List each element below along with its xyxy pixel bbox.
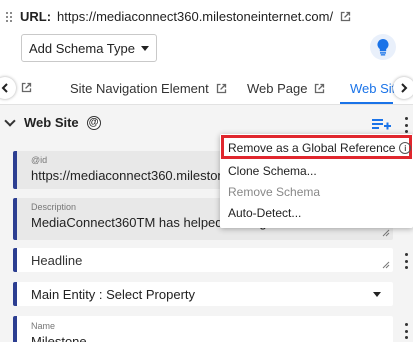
lightbulb-button[interactable] [370, 34, 396, 60]
menu-item-label: Auto-Detect... [228, 206, 302, 220]
name-more-icon[interactable] [404, 323, 408, 339]
drag-handle-icon[interactable] [6, 11, 14, 23]
add-schema-type-label: Add Schema Type [29, 40, 135, 56]
panel-title: Web Site [24, 115, 79, 130]
main-entity-select[interactable]: Main Entity : Select Property [13, 282, 393, 306]
add-property-icon[interactable] [370, 115, 392, 133]
schema-actions-menu: Remove as a Global Reference i Clone Sch… [220, 134, 413, 228]
external-link-icon[interactable] [20, 81, 33, 94]
tab-label: Web Page [247, 81, 308, 96]
menu-item-remove-schema[interactable]: Remove Schema [228, 185, 320, 199]
resize-grip-icon[interactable] [382, 229, 390, 237]
global-reference-icon: @ [86, 115, 101, 130]
tab-scroll-left-button[interactable] [0, 77, 16, 99]
add-schema-type-button[interactable]: Add Schema Type [21, 34, 157, 62]
caret-down-icon [373, 292, 381, 297]
chevron-left-icon [1, 83, 8, 93]
description-field-label: Description [31, 202, 77, 212]
url-value: https://mediaconnect360.milestoneinterne… [57, 9, 334, 24]
menu-item-auto-detect[interactable]: Auto-Detect... [228, 206, 301, 220]
headline-more-icon[interactable] [404, 253, 408, 269]
info-icon[interactable]: i [399, 142, 412, 154]
id-field-label: @id [31, 155, 48, 165]
url-label: URL: [20, 9, 52, 24]
headline-field-placeholder: Headline [31, 253, 83, 268]
menu-item-label: Clone Schema... [228, 164, 317, 178]
tab-label: Site Navigation Element [70, 81, 209, 96]
main-entity-select-value: Main Entity : Select Property [31, 287, 196, 302]
schema-tabs: Site Navigation Element Web Page Web Sit… [0, 74, 413, 104]
menu-item-clone-schema[interactable]: Clone Schema... [228, 164, 317, 178]
tab-web-page[interactable]: Web Page [247, 81, 326, 96]
external-link-icon[interactable] [313, 82, 326, 95]
headline-field[interactable]: Headline [13, 248, 393, 272]
url-row: URL: https://mediaconnect360.milestonein… [6, 9, 352, 24]
tab-site-navigation-element[interactable]: Site Navigation Element [70, 81, 228, 96]
tab-previous-external-link[interactable] [20, 81, 33, 94]
panel-header[interactable]: Web Site @ [4, 114, 101, 130]
lightbulb-icon [377, 38, 389, 56]
external-link-icon[interactable] [215, 82, 228, 95]
chevron-down-icon[interactable] [4, 114, 16, 127]
menu-item-label: Remove as a Global Reference [228, 141, 396, 155]
name-field[interactable]: Name Milestone [13, 316, 393, 342]
chevron-right-icon [401, 83, 408, 93]
menu-item-label: Remove Schema [228, 185, 321, 199]
caret-down-icon [141, 45, 149, 51]
menu-item-remove-global-reference[interactable]: Remove as a Global Reference i [228, 141, 412, 155]
name-field-label: Name [31, 321, 56, 331]
resize-grip-icon[interactable] [382, 261, 390, 269]
tab-scroll-right-button[interactable] [393, 77, 413, 99]
panel-more-icon[interactable] [404, 117, 408, 133]
external-link-icon[interactable] [339, 10, 352, 23]
name-field-value: Milestone [31, 334, 87, 342]
